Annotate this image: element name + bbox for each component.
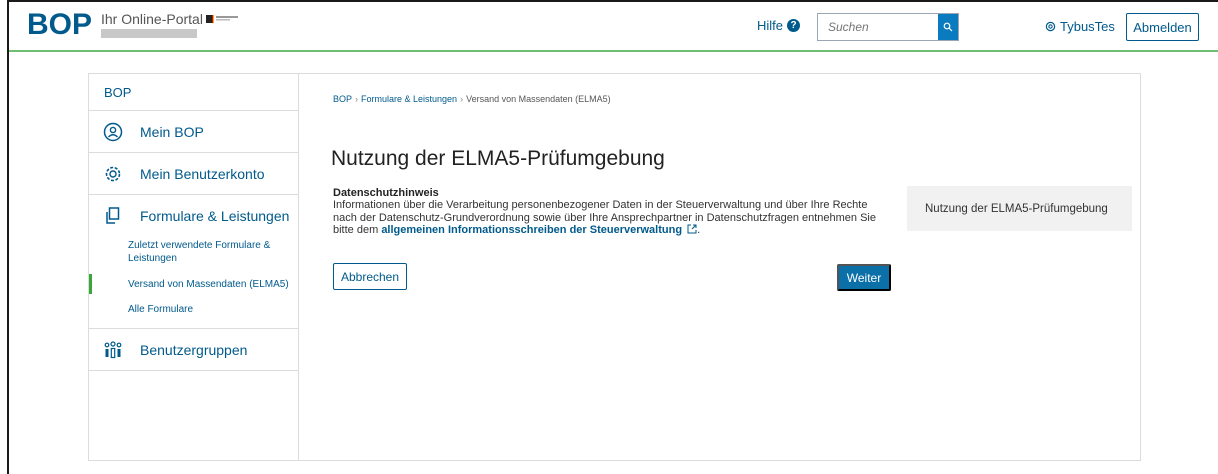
federal-eagle-logo-icon [206,15,238,23]
documents-icon [102,205,124,227]
bop-logo[interactable]: BOP [27,8,92,42]
user-account-link[interactable]: TybusTes [1045,19,1115,34]
sidebar-item-label: Mein BOP [140,123,204,140]
search-button[interactable] [938,14,958,40]
person-circle-icon [102,121,124,143]
browser-viewport: BOP Ihr Online-Portal Hilfe ? Suchen Tyb… [7,0,1218,474]
sidebar-item-label: Benutzergruppen [140,341,248,358]
portal-placeholder-bar [101,29,197,38]
sidebar-item-formulare[interactable]: Formulare & Leistungen [89,195,298,237]
sidebar-item-benutzergruppen[interactable]: Benutzergruppen [89,329,298,371]
subitem-elma5[interactable]: Versand von Massendaten (ELMA5) [89,274,298,294]
help-label: Hilfe [757,18,784,33]
portal-subtitle: Ihr Online-Portal [101,11,203,27]
gear-icon [102,163,124,185]
sidebar-item-label: Formulare & Leistungen [140,208,290,224]
sidebar-item-benutzerkonto[interactable]: Mein Benutzerkonto [89,153,298,195]
search-icon [943,22,953,32]
breadcrumb-separator-icon: › [460,94,464,104]
main-content: BOP › Formulare & Leistungen › Versand von M… [300,74,1140,460]
step-overview-label: Nutzung der ELMA5-Prüfumgebung [925,202,1108,215]
logout-button[interactable]: Abmelden [1126,13,1199,41]
content-card: BOP Mein BOP Mein Benutzerkonto Formular… [88,73,1141,461]
header: BOP Ihr Online-Portal Hilfe ? Suchen Tyb… [9,2,1218,52]
page-title: Nutzung der ELMA5-Prüfumgebung [331,147,665,170]
privacy-text-block: Informationen über die Verarbeitung pers… [333,199,893,237]
question-icon: ? [787,19,801,32]
sidebar-home-link[interactable]: BOP [89,74,298,111]
search-box [817,13,959,41]
next-button[interactable]: Weiter [837,264,891,291]
privacy-info-link-label: allgemeinen Informationsschreiben der St… [381,224,683,236]
breadcrumb-current: Versand von Massendaten (ELMA5) [466,94,611,104]
breadcrumb: BOP › Formulare & Leistungen › Versand von M… [333,94,611,104]
breadcrumb-bop[interactable]: BOP [333,94,352,104]
user-name: TybusTes [1060,19,1115,34]
external-link-icon [687,224,697,234]
search-input[interactable] [818,14,938,40]
step-overview-box: Nutzung der ELMA5-Prüfumgebung [907,186,1132,231]
cancel-button[interactable]: Abbrechen [333,263,407,290]
sidebar-item-mein-bop[interactable]: Mein BOP [89,111,298,153]
sidebar-group-formulare: Formulare & Leistungen Zuletzt verwendet… [89,195,298,329]
users-group-icon [102,339,124,361]
breadcrumb-separator-icon: › [355,94,359,104]
privacy-suffix: . [697,224,701,236]
privacy-info-link[interactable]: allgemeinen Informationsschreiben der St… [381,224,697,236]
sidebar: BOP Mein BOP Mein Benutzerkonto Formular… [89,74,299,460]
subitem-all-forms[interactable]: Alle Formulare [89,303,298,316]
subitem-recent-forms[interactable]: Zuletzt verwendete Formulare & Leistunge… [89,239,298,265]
user-gear-icon [1045,21,1056,32]
privacy-heading: Datenschutzhinweis [333,187,439,199]
breadcrumb-formulare[interactable]: Formulare & Leistungen [361,94,457,104]
sidebar-item-label: Mein Benutzerkonto [140,165,265,182]
help-link[interactable]: Hilfe ? [757,18,801,33]
